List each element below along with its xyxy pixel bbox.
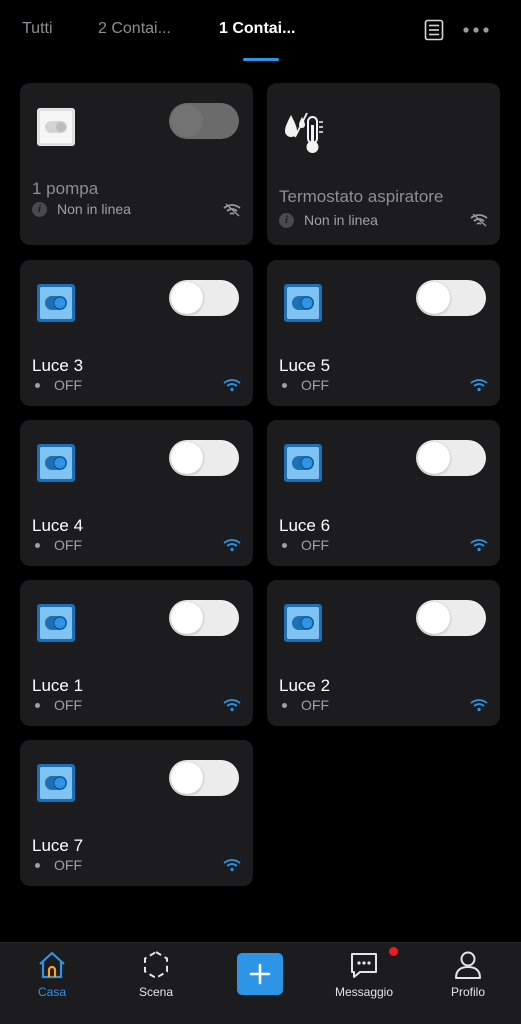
more-icon[interactable] [462,18,490,42]
message-icon [351,953,377,978]
wifi-offline-icon [223,203,241,217]
device-name: Termostato aspiratore [279,187,444,206]
status-dot [35,542,40,548]
switch-panel-icon [37,108,75,146]
power-toggle[interactable] [169,103,239,139]
light-switch-icon [284,284,322,322]
power-toggle[interactable] [416,280,486,316]
wifi-icon [223,699,241,712]
device-card-luce-4[interactable]: Luce 4 OFF [20,420,253,566]
nav-label: Casa [37,985,66,999]
nav-label: Messaggio [334,985,394,999]
power-toggle[interactable] [169,760,239,796]
device-card-1-pompa[interactable]: 1 pompa i Non in linea [20,83,253,245]
info-icon: i [32,201,47,217]
wifi-icon [470,539,488,552]
list-icon[interactable] [422,18,446,42]
top-tab-bar: Tutti 2 Contai... 1 Contai... [0,0,521,70]
device-card-luce-6[interactable]: Luce 6 OFF [267,420,500,566]
device-status: OFF [32,537,82,553]
device-card-luce-3[interactable]: Luce 3 OFF [20,260,253,406]
device-name: Luce 6 [279,516,331,535]
device-name: Luce 3 [32,356,84,375]
device-name: 1 pompa [32,179,99,198]
light-switch-icon [37,764,75,802]
tab-2-container[interactable]: 2 Contai... [98,20,171,38]
light-switch-icon [37,284,75,322]
device-name: Luce 2 [279,676,331,695]
bottom-navigation: Casa Scena Messaggio Profilo [0,942,521,1024]
power-toggle[interactable] [169,280,239,316]
device-name: Luce 1 [32,676,84,695]
light-switch-icon [37,444,75,482]
device-status: OFF [279,537,329,553]
device-card-luce-5[interactable]: Luce 5 OFF [267,260,500,406]
tab-1-container[interactable]: 1 Contai... [219,20,295,38]
device-status: i Non in linea [32,201,131,217]
home-icon [39,951,65,979]
device-status: OFF [32,697,82,713]
device-status: OFF [279,697,329,713]
device-status: i Non in linea [279,212,378,228]
scene-icon [144,950,168,980]
device-card-luce-1[interactable]: Luce 1 OFF [20,580,253,726]
device-status: OFF [32,857,82,873]
info-icon: i [279,212,294,228]
device-card-luce-7[interactable]: Luce 7 OFF [20,740,253,886]
wifi-icon [470,379,488,392]
plus-icon [249,963,271,985]
nav-scena[interactable]: Scena [116,949,196,999]
status-dot [35,382,40,388]
wifi-icon [470,699,488,712]
humidity-thermometer-icon [285,112,323,153]
status-dot [282,382,287,388]
nav-casa[interactable]: Casa [12,949,92,999]
status-dot [282,702,287,708]
wifi-icon [223,539,241,552]
power-toggle[interactable] [169,440,239,476]
nav-profilo[interactable]: Profilo [428,949,508,999]
light-switch-icon [37,604,75,642]
wifi-icon [223,859,241,872]
nav-label: Profilo [450,985,485,999]
device-name: Luce 7 [32,836,84,855]
light-switch-icon [284,444,322,482]
add-device-button[interactable] [237,953,283,995]
power-toggle[interactable] [169,600,239,636]
device-card-luce-2[interactable]: Luce 2 OFF [267,580,500,726]
nav-messaggio[interactable]: Messaggio [324,949,404,999]
status-dot [35,702,40,708]
active-tab-indicator [243,58,279,61]
status-dot [282,542,287,548]
power-toggle[interactable] [416,600,486,636]
light-switch-icon [284,604,322,642]
nav-label: Scena [138,985,174,999]
device-status: OFF [279,377,329,393]
tab-tutti[interactable]: Tutti [22,20,53,38]
device-card-termostato-aspiratore[interactable]: Termostato aspiratore i Non in linea [267,83,500,245]
device-status: OFF [32,377,82,393]
wifi-icon [223,379,241,392]
status-dot [35,862,40,868]
wifi-offline-icon [470,213,488,227]
device-name: Luce 4 [32,516,84,535]
profile-icon [455,951,481,979]
notification-badge [389,947,398,956]
power-toggle[interactable] [416,440,486,476]
device-name: Luce 5 [279,356,331,375]
